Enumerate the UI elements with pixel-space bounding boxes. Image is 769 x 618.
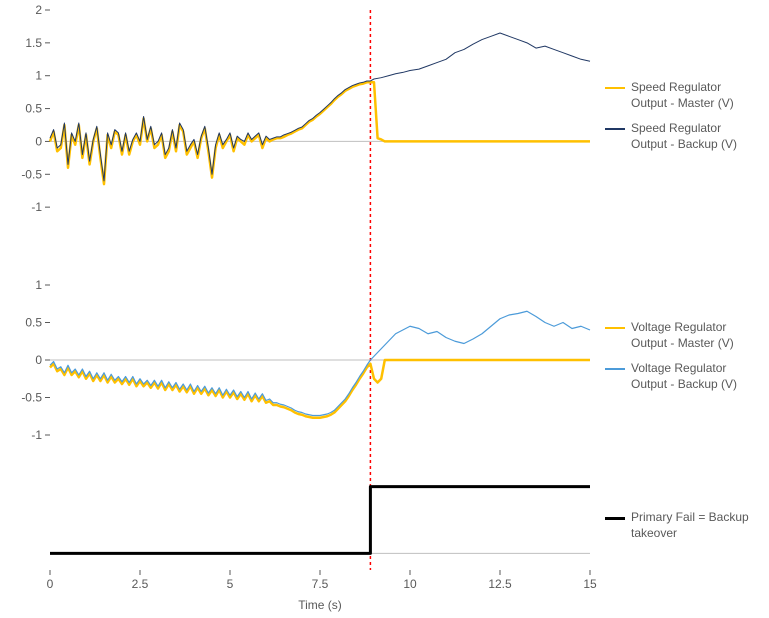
svg-text:10: 10: [403, 577, 417, 591]
legend-item: Voltage Regulator Output - Backup (V): [605, 361, 760, 392]
svg-text:2.5: 2.5: [132, 577, 149, 591]
svg-text:1: 1: [35, 69, 42, 83]
legend-item: Primary Fail = Backup takeover: [605, 510, 760, 541]
legend-swatch: [605, 517, 625, 520]
legend-item: Speed Regulator Output - Master (V): [605, 80, 760, 111]
svg-text:-1: -1: [31, 200, 42, 214]
svg-text:0: 0: [47, 577, 54, 591]
svg-text:-0.5: -0.5: [21, 391, 42, 405]
svg-text:0: 0: [35, 353, 42, 367]
svg-text:0: 0: [35, 134, 42, 148]
legend-label: Primary Fail = Backup takeover: [631, 510, 760, 541]
legend-swatch: [605, 87, 625, 89]
legend-label: Speed Regulator Output - Backup (V): [631, 121, 760, 152]
x-axis-title: Time (s): [50, 598, 590, 612]
svg-text:-0.5: -0.5: [21, 167, 42, 181]
legend-item: Voltage Regulator Output - Master (V): [605, 320, 760, 351]
legend-swatch: [605, 368, 625, 370]
legend-speed: Speed Regulator Output - Master (V) Speed…: [605, 80, 760, 162]
legend-label: Speed Regulator Output - Master (V): [631, 80, 760, 111]
svg-text:15: 15: [583, 577, 597, 591]
legend-label: Voltage Regulator Output - Backup (V): [631, 361, 760, 392]
svg-text:2: 2: [35, 3, 42, 17]
legend-voltage: Voltage Regulator Output - Master (V) Vol…: [605, 320, 760, 402]
chart-container: 0 2.5 5 7.5 10 12.5 15 -1 -0.5 0 0.5 1 1.5 2 -1 -0.5 0 0.…: [0, 0, 769, 618]
legend-label: Voltage Regulator Output - Master (V): [631, 320, 760, 351]
svg-text:7.5: 7.5: [312, 577, 329, 591]
svg-text:1.5: 1.5: [25, 36, 42, 50]
legend-item: Speed Regulator Output - Backup (V): [605, 121, 760, 152]
svg-text:5: 5: [227, 577, 234, 591]
svg-text:1: 1: [35, 278, 42, 292]
svg-text:12.5: 12.5: [488, 577, 512, 591]
svg-text:-1: -1: [31, 428, 42, 442]
plot-svg: 02.557.51012.515-1-0.500.511.52-1-0.500.…: [50, 10, 590, 560]
svg-text:0.5: 0.5: [25, 102, 42, 116]
legend-swatch: [605, 128, 625, 130]
svg-text:0.5: 0.5: [25, 316, 42, 330]
legend-fail: Primary Fail = Backup takeover: [605, 510, 760, 551]
legend-swatch: [605, 327, 625, 329]
